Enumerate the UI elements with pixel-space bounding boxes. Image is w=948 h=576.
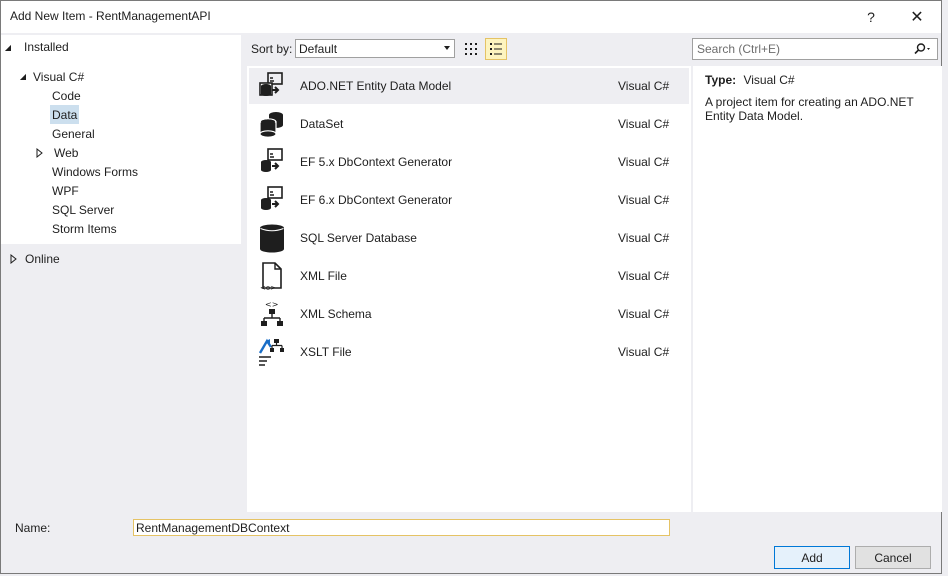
template-item-name: XML File bbox=[300, 269, 347, 283]
template-list: ADO.NET Entity Data Model Visual C# DataSe… bbox=[247, 66, 691, 512]
template-item-type: Visual C# bbox=[618, 193, 670, 207]
details-type: Type: Visual C# bbox=[705, 73, 795, 87]
template-item[interactable]: <o> XML File Visual C# bbox=[249, 258, 689, 294]
tree-group-installed[interactable]: ◢ Installed bbox=[1, 35, 241, 59]
xslt-file-icon bbox=[257, 337, 287, 367]
tree-item-wpf[interactable]: WPF bbox=[50, 181, 81, 200]
search-button[interactable] bbox=[909, 43, 937, 55]
template-item-type: Visual C# bbox=[618, 79, 670, 93]
search-box[interactable] bbox=[692, 38, 938, 60]
search-input[interactable] bbox=[693, 42, 909, 56]
template-item-name: XSLT File bbox=[300, 345, 352, 359]
close-button[interactable]: ✕ bbox=[903, 5, 931, 29]
dataset-icon bbox=[257, 109, 287, 139]
svg-text:<o>: <o> bbox=[260, 284, 276, 291]
tree-group-label: Online bbox=[25, 252, 60, 266]
template-item-type: Visual C# bbox=[618, 345, 670, 359]
template-item[interactable]: ADO.NET Entity Data Model Visual C# bbox=[249, 68, 689, 104]
template-item-type: Visual C# bbox=[618, 231, 670, 245]
template-item[interactable]: EF 5.x DbContext Generator Visual C# bbox=[249, 144, 689, 180]
add-new-item-dialog: Add New Item - RentManagementAPI ? ✕ ◢ I… bbox=[0, 0, 942, 574]
chevron-down-icon[interactable] bbox=[444, 46, 450, 50]
expanded-arrow-icon[interactable]: ◢ bbox=[17, 72, 29, 81]
add-button[interactable]: Add bbox=[774, 546, 850, 569]
template-item-name: ADO.NET Entity Data Model bbox=[300, 79, 452, 93]
template-item-name: SQL Server Database bbox=[300, 231, 417, 245]
window-title: Add New Item - RentManagementAPI bbox=[10, 9, 211, 23]
tree-item-code[interactable]: Code bbox=[50, 86, 83, 105]
dbcontext-generator-icon bbox=[257, 147, 287, 177]
template-tree: ◢ Installed ◢ Visual C# Code Data Genera… bbox=[1, 33, 243, 513]
template-item-type: Visual C# bbox=[618, 307, 670, 321]
dbcontext-generator-icon bbox=[257, 185, 287, 215]
expanded-arrow-icon[interactable]: ◢ bbox=[1, 43, 15, 52]
entity-model-icon bbox=[257, 71, 287, 101]
tree-item-visual-csharp[interactable]: ◢ Visual C# bbox=[15, 67, 86, 86]
list-view-button[interactable] bbox=[485, 38, 507, 60]
collapsed-arrow-icon[interactable] bbox=[36, 147, 44, 158]
template-item-name: XML Schema bbox=[300, 307, 372, 321]
template-item-name: EF 5.x DbContext Generator bbox=[300, 155, 453, 169]
xml-schema-icon: <> bbox=[257, 299, 287, 329]
name-label: Name: bbox=[15, 521, 51, 535]
sort-by-label: Sort by: bbox=[251, 42, 293, 56]
sort-by-dropdown[interactable]: Default bbox=[295, 39, 455, 58]
template-item-type: Visual C# bbox=[618, 269, 670, 283]
tree-group-online[interactable]: Online bbox=[1, 247, 241, 271]
help-button[interactable]: ? bbox=[857, 5, 885, 29]
template-item[interactable]: DataSet Visual C# bbox=[249, 106, 689, 142]
tree-item-label: Visual C# bbox=[33, 69, 85, 84]
search-icon bbox=[914, 43, 930, 55]
template-item-name: DataSet bbox=[300, 117, 344, 131]
list-view-icon bbox=[490, 43, 502, 55]
tree-item-windows-forms[interactable]: Windows Forms bbox=[50, 162, 140, 181]
template-item[interactable]: <> XML Schema Visual C# bbox=[249, 296, 689, 332]
template-item[interactable]: XSLT File Visual C# bbox=[249, 334, 689, 370]
collapsed-arrow-icon[interactable] bbox=[10, 254, 18, 264]
title-bar: Add New Item - RentManagementAPI ? ✕ bbox=[1, 1, 941, 33]
template-item[interactable]: EF 6.x DbContext Generator Visual C# bbox=[249, 182, 689, 218]
sort-by-value: Default bbox=[299, 41, 338, 56]
tree-body: ◢ Visual C# Code Data General Web Window… bbox=[1, 59, 241, 244]
xml-file-icon: <o> bbox=[257, 261, 287, 292]
details-type-value: Visual C# bbox=[743, 73, 795, 87]
tree-item-web[interactable]: Web bbox=[34, 143, 80, 162]
tree-item-general[interactable]: General bbox=[50, 124, 97, 143]
svg-text:<>: <> bbox=[265, 300, 278, 309]
tree-item-label: Web bbox=[54, 145, 79, 160]
name-field[interactable] bbox=[133, 519, 670, 536]
database-icon bbox=[257, 223, 287, 253]
template-item[interactable]: SQL Server Database Visual C# bbox=[249, 220, 689, 256]
details-type-label: Type: bbox=[705, 73, 737, 87]
tree-item-storm-items[interactable]: Storm Items bbox=[50, 219, 119, 238]
template-item-name: EF 6.x DbContext Generator bbox=[300, 193, 453, 207]
template-item-type: Visual C# bbox=[618, 117, 670, 131]
tree-item-sql-server[interactable]: SQL Server bbox=[50, 200, 116, 219]
cancel-button[interactable]: Cancel bbox=[855, 546, 931, 569]
tree-item-data[interactable]: Data bbox=[50, 105, 80, 124]
template-details: Type: Visual C# A project item for creat… bbox=[692, 66, 942, 512]
details-description: A project item for creating an ADO.NET E… bbox=[705, 95, 914, 123]
template-item-type: Visual C# bbox=[618, 155, 670, 169]
grid-view-icon bbox=[465, 43, 477, 55]
tree-group-label: Installed bbox=[24, 40, 69, 54]
grid-view-button[interactable] bbox=[460, 38, 482, 60]
